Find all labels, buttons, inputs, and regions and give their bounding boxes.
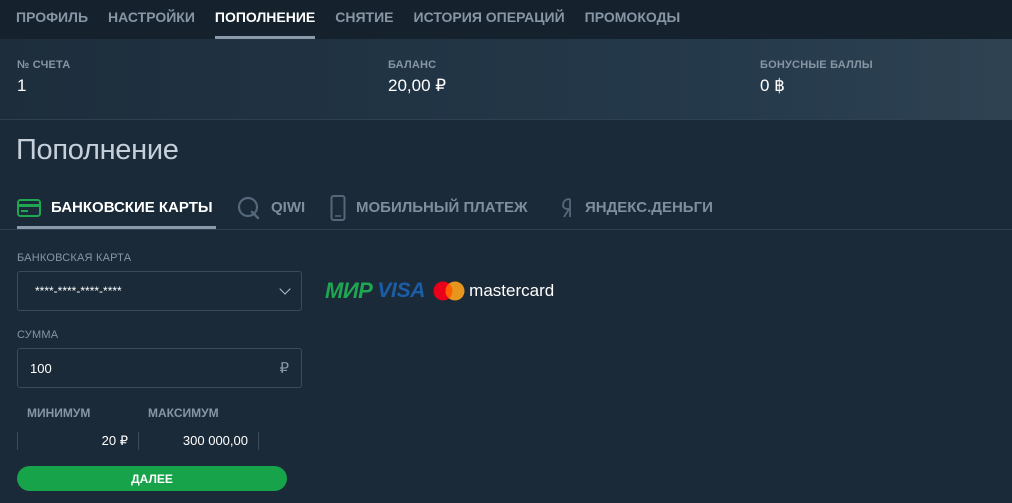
tab-settings[interactable]: НАСТРОЙКИ: [108, 0, 195, 39]
next-button[interactable]: ДАЛЕЕ: [17, 466, 287, 491]
chevron-down-icon: [279, 283, 291, 295]
bonus-points-value: 0 ฿: [760, 76, 785, 95]
method-yandex-money-label: ЯНДЕКС.ДЕНЬГИ: [585, 199, 713, 216]
amount-input-value: 100: [30, 360, 52, 376]
method-mobile-payment-label: МОБИЛЬНЫЙ ПЛАТЕЖ: [356, 199, 528, 216]
card-brand-logos: МИР VISA mastercard: [325, 278, 554, 304]
tab-deposit[interactable]: ПОПОЛНЕНИЕ: [214, 0, 316, 39]
visa-logo: VISA: [377, 279, 426, 302]
method-bank-cards-label: БАНКОВСКИЕ КАРТЫ: [51, 199, 213, 216]
amount-input[interactable]: 100 ₽: [17, 348, 302, 388]
maximum-limit: МАКСИМУМ 300 000,00: [138, 406, 259, 450]
tab-promocodes[interactable]: ПРОМОКОДЫ: [585, 0, 681, 39]
tab-history[interactable]: ИСТОРИЯ ОПЕРАЦИЙ: [414, 0, 565, 39]
bonus-points-label: БОНУСНЫЕ БАЛЛЫ: [760, 59, 873, 71]
bank-card-icon: [17, 198, 41, 217]
mastercard-circles-icon: [433, 281, 465, 301]
method-qiwi[interactable]: QIWI: [237, 186, 305, 229]
mastercard-logo: mastercard: [469, 281, 555, 300]
top-navigation: ПРОФИЛЬ НАСТРОЙКИ ПОПОЛНЕНИЕ СНЯТИЕ ИСТО…: [0, 0, 1012, 39]
account-info-bar: № СЧЕТА 1 БАЛАНС 20,00 ₽ БОНУСНЫЕ БАЛЛЫ …: [0, 39, 1012, 120]
minimum-limit: МИНИМУМ 20 ₽: [17, 406, 138, 450]
payment-methods: БАНКОВСКИЕ КАРТЫ QIWI МОБИЛЬНЫЙ ПЛАТЕЖ Я…: [0, 186, 1012, 230]
minimum-value: 20 ₽: [17, 432, 138, 450]
minimum-label: МИНИМУМ: [27, 406, 91, 420]
qiwi-icon: [237, 196, 261, 220]
tab-withdraw[interactable]: СНЯТИЕ: [335, 0, 393, 39]
account-number: № СЧЕТА 1: [17, 59, 70, 96]
balance: БАЛАНС 20,00 ₽: [388, 59, 446, 96]
maximum-label: МАКСИМУМ: [148, 406, 219, 420]
card-select-value: ****-****-****-****: [35, 284, 122, 298]
tab-profile[interactable]: ПРОФИЛЬ: [16, 0, 88, 39]
method-mobile-payment[interactable]: МОБИЛЬНЫЙ ПЛАТЕЖ: [330, 186, 528, 229]
method-bank-cards[interactable]: БАНКОВСКИЕ КАРТЫ: [17, 186, 216, 229]
card-select[interactable]: ****-****-****-****: [17, 271, 302, 311]
bonus-points: БОНУСНЫЕ БАЛЛЫ 0 ฿: [760, 59, 873, 96]
yandex-money-icon: [561, 197, 575, 219]
method-yandex-money[interactable]: ЯНДЕКС.ДЕНЬГИ: [561, 186, 713, 229]
mobile-phone-icon: [330, 194, 346, 221]
balance-value: 20,00 ₽: [388, 76, 447, 95]
balance-label: БАЛАНС: [388, 59, 437, 71]
account-number-label: № СЧЕТА: [17, 59, 71, 71]
currency-ruble-icon: ₽: [279, 360, 289, 377]
mir-logo: МИР: [325, 278, 373, 303]
account-number-value: 1: [17, 76, 27, 95]
card-field-label: БАНКОВСКАЯ КАРТА: [17, 252, 132, 264]
page-title: Пополнение: [16, 134, 179, 166]
amount-field-label: СУММА: [17, 329, 59, 341]
method-qiwi-label: QIWI: [271, 199, 306, 216]
maximum-value: 300 000,00: [138, 432, 259, 450]
